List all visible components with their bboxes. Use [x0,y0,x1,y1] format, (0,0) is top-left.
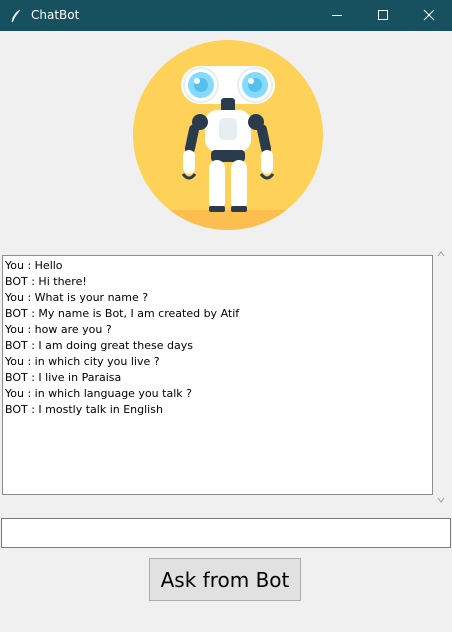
maximize-button[interactable] [360,0,406,31]
chat-line: BOT : Hi there! [5,275,87,288]
chat-line: BOT : I am doing great these days [5,339,193,352]
close-button[interactable] [406,0,452,31]
chat-line: BOT : I mostly talk in English [5,403,163,416]
scroll-up-arrow-icon[interactable] [437,250,445,258]
chat-line: You : Hello [5,259,63,272]
message-input[interactable] [1,518,451,548]
robot-icon [133,40,323,230]
chat-line: BOT : My name is Bot, I am created by At… [5,307,240,320]
chat-line: You : in which city you live ? [5,355,160,368]
title-bar: ChatBot [0,0,452,31]
ask-from-bot-button[interactable]: Ask from Bot [149,558,301,601]
chat-line: BOT : I live in Paraisa [5,371,122,384]
window-title: ChatBot [31,8,80,22]
chat-line: You : how are you ? [5,323,112,336]
maximize-icon [378,10,388,20]
feather-icon [9,8,23,23]
minimize-icon [332,15,342,16]
chat-line: You : in which language you talk ? [5,387,192,400]
chat-frame: You : Hello BOT : Hi there! You : What is … [1,248,449,510]
close-icon [423,9,435,21]
robot-image [133,40,323,230]
minimize-button[interactable] [314,0,360,31]
chat-line: You : What is your name ? [5,291,149,304]
chat-scrollbar[interactable] [433,248,449,510]
chat-log[interactable]: You : Hello BOT : Hi there! You : What is … [2,255,433,495]
scroll-down-arrow-icon[interactable] [437,496,445,504]
